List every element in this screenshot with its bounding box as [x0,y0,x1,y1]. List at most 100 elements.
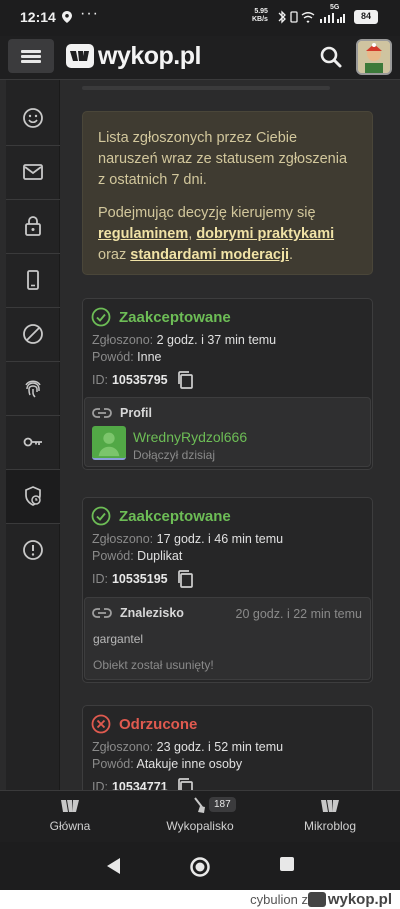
shovel-icon [194,797,205,813]
copy-icon[interactable] [176,569,194,589]
shield-clock-icon [25,486,41,506]
link-regulamin[interactable]: regulaminem [98,226,188,242]
watermark-logo: wykop.pl [307,891,392,908]
avatar-image [358,41,390,73]
notification-dots: ··· [80,5,99,22]
nav-wykopalisko[interactable]: Wykopalisko 187 [145,797,255,833]
report-card: Zaakceptowane Zgłoszono: 2 godz. i 37 mi… [82,298,373,470]
hamburger-line [21,50,41,53]
reported-value: 23 godz. i 52 min temu [156,740,284,754]
system-navigation [0,842,400,890]
side-item-security[interactable] [6,200,60,254]
info-policy-text: Podejmując decyzję kierujemy się regulam… [98,203,357,266]
report-card: Zaakceptowane Zgłoszono: 17 godz. i 46 m… [82,497,373,683]
hamburger-line [21,60,41,63]
status-row: Odrzucone [91,714,197,734]
reason-label: Powód: [92,549,138,563]
menu-button[interactable] [8,39,54,73]
wykop-logo[interactable]: wykop.pl [66,42,201,70]
logo-text: wykop.pl [98,41,201,70]
link-moderation-standards[interactable]: standardami moderacji [130,247,289,263]
side-item-messages[interactable] [6,146,60,200]
status-row: Zaakceptowane [91,307,231,327]
nav-home[interactable]: Główna [15,797,125,833]
report-id: ID: 10535195 [92,569,194,589]
id-label: ID: [92,780,108,790]
side-item-keys[interactable] [6,416,60,470]
lock-icon [25,216,41,236]
reported-profile-card[interactable]: Profil WrednyRydzol666 Dołączył dzisiaj [84,397,371,467]
status-row: Zaakceptowane [91,506,231,526]
back-icon[interactable] [104,856,122,876]
info-text: Lista zgłoszonych przez Ciebie naruszeń … [98,130,348,188]
target-type-label: Profil [120,406,152,420]
fingerprint-icon [25,380,41,398]
target-note: Obiekt został usunięty! [93,658,214,672]
link-icon [92,408,112,418]
target-type-label: Znalezisko [120,606,184,620]
nav-mikroblog[interactable]: Mikroblog [275,797,385,833]
id-label: ID: [92,373,108,387]
location-icon [62,11,72,23]
reported-value: 17 godz. i 46 min temu [156,532,284,546]
target-time: 20 godz. i 22 min temu [235,607,362,621]
net-speed: 5.95 KB/s [252,8,268,24]
side-item-privacy[interactable] [6,362,60,416]
side-item-blocked[interactable] [6,308,60,362]
copy-icon[interactable] [176,370,194,390]
side-item-emoji[interactable] [6,92,60,146]
reports-content: Lista zgłoszonych przez Ciebie naruszeń … [60,80,400,790]
report-id: ID: 10535795 [92,370,194,390]
user-avatar[interactable] [92,426,126,460]
side-item-reports[interactable] [6,470,60,524]
link-good-practices[interactable]: dobrymi praktykami [196,226,334,242]
reported-link-card[interactable]: Znalezisko 20 godz. i 22 min temu gargan… [84,597,371,680]
reported-time: Zgłoszono: 17 godz. i 46 min temu [92,532,283,546]
side-item-alert[interactable] [6,524,60,578]
id-value: 10535195 [111,572,168,586]
watermark-logo-icon [307,892,326,907]
reason-value: Duplikat [137,549,183,563]
wykop-home-icon [61,800,79,812]
target-title[interactable]: gargantel [93,632,143,646]
wykop-logo-mark-icon [66,44,94,68]
info-end: . [289,247,294,263]
reported-time: Zgłoszono: 23 godz. i 52 min temu [92,740,283,754]
watermark-user: cybulion z [250,892,308,907]
reason: Powód: Atakuje inne osoby [92,757,242,771]
mail-icon [23,164,43,180]
status-label: Zaakceptowane [119,308,231,326]
user-name[interactable]: WrednyRydzol666 [133,429,247,445]
net-speed-unit: KB/s [252,16,268,23]
id-value: 10534771 [111,780,168,790]
info-prefix: Podejmując decyzję kierujemy się [98,205,316,221]
side-navigation [6,80,60,790]
user-avatar-button[interactable] [356,39,392,75]
alert-icon [23,540,43,560]
info-and: oraz [98,247,131,263]
search-icon[interactable] [318,44,344,70]
mikroblog-icon [321,800,339,812]
nav-home-label: Główna [49,819,91,833]
check-circle-icon [91,506,111,526]
wifi-icon [301,12,315,23]
divider [82,86,330,90]
reason-label: Powód: [92,350,138,364]
info-box: Lista zgłoszonych przez Ciebie naruszeń … [82,111,373,275]
signal-icon [320,13,334,23]
side-item-mobile[interactable] [6,254,60,308]
report-id: ID: 10534771 [92,777,194,790]
reason: Powód: Inne [92,350,162,364]
reason-label: Powód: [92,757,137,771]
id-value: 10535795 [111,373,168,387]
smile-icon [23,108,43,128]
id-label: ID: [92,572,108,586]
target-type: Znalezisko [92,606,184,620]
watermark: cybulion z wykop.pl [0,890,400,909]
recents-icon[interactable] [280,857,294,873]
home-icon[interactable] [189,856,211,878]
nav-mikroblog-label: Mikroblog [303,819,357,833]
nav-wykopalisko-label: Wykopalisko [166,819,234,833]
status-label: Zaakceptowane [119,507,231,525]
copy-icon[interactable] [176,777,194,790]
